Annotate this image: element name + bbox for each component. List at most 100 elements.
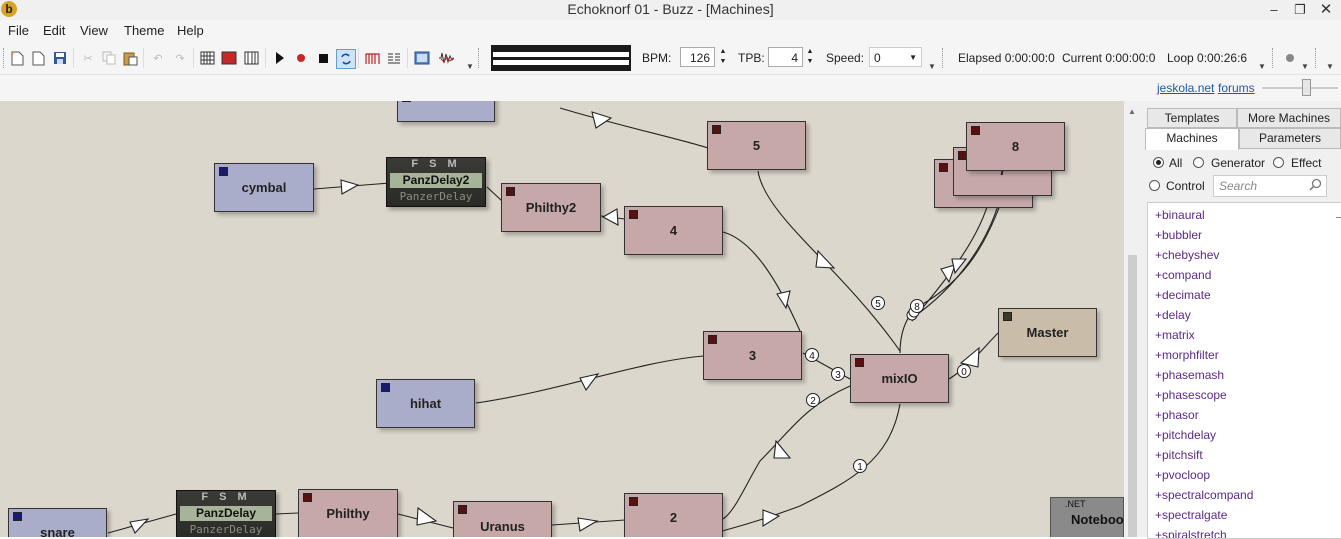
list-item[interactable]: +binaural: [1155, 208, 1205, 222]
list-item[interactable]: +pitchsift: [1155, 448, 1203, 462]
list-item[interactable]: +decimate: [1155, 288, 1211, 302]
toolbar-grip[interactable]: [478, 48, 482, 68]
jeskola-link[interactable]: jeskola.net: [1157, 81, 1214, 95]
new-page-icon[interactable]: [30, 50, 46, 66]
toolbar-overflow-icon[interactable]: ▼: [462, 58, 478, 74]
record-icon[interactable]: [293, 50, 309, 66]
machine-canvas[interactable]: cymbal F S M PanzDelay2 PanzerDelay Phil…: [0, 101, 1124, 537]
loop-toggle-icon[interactable]: [336, 49, 356, 69]
filter-effect-radio[interactable]: [1273, 157, 1284, 168]
cpu-meter-icon[interactable]: [364, 50, 380, 66]
connection-badge: 8: [914, 302, 920, 313]
new-file-icon[interactable]: [9, 50, 25, 66]
menu-help[interactable]: Help: [177, 23, 204, 38]
connection-badge: 1: [857, 462, 863, 473]
list-item[interactable]: +phasor: [1155, 408, 1199, 422]
toolbar-grip[interactable]: [942, 48, 946, 68]
restore-button[interactable]: ❐: [1288, 0, 1312, 20]
wave-table-icon[interactable]: [386, 50, 402, 66]
toolbar-overflow-icon[interactable]: ▼: [1322, 58, 1338, 74]
tpb-spinner[interactable]: ▲ ▼: [803, 47, 817, 67]
search-placeholder: Search: [1219, 179, 1258, 193]
forums-link[interactable]: forums: [1218, 81, 1255, 95]
list-item[interactable]: +morphfilter: [1155, 348, 1219, 362]
undo-icon[interactable]: ↶: [150, 50, 166, 66]
window-title: Echoknorf 01 - Buzz - [Machines]: [567, 1, 774, 17]
waveform-icon[interactable]: [438, 50, 454, 66]
scroll-up-icon[interactable]: ▲: [1128, 107, 1136, 116]
filter-all-label: All: [1169, 156, 1183, 170]
connection-badge: 5: [875, 299, 881, 310]
toolbar-overflow-icon[interactable]: ▼: [924, 58, 940, 74]
bpm-label: BPM:: [642, 51, 672, 65]
toolbar-grip[interactable]: [1272, 48, 1276, 68]
list-item[interactable]: +compand: [1155, 268, 1211, 282]
stop-icon[interactable]: [315, 50, 331, 66]
window-layout-icon[interactable]: [414, 50, 430, 66]
menu-theme[interactable]: Theme: [124, 23, 164, 38]
main-toolbar: ✂ ↶ ↷ ▼ BPM: 126 ▲ ▼ TPB: 4 ▲ ▼ Speed: 0 ▼…: [0, 42, 1341, 75]
minimize-button[interactable]: –: [1262, 0, 1286, 20]
speed-select[interactable]: 0 ▼: [869, 47, 922, 67]
filter-all-radio[interactable]: [1153, 157, 1164, 168]
toolbar-grip[interactable]: [3, 48, 7, 68]
list-scroll-marker[interactable]: [1336, 217, 1341, 220]
zoom-slider-thumb[interactable]: [1302, 79, 1311, 96]
list-item[interactable]: +spiralstretch: [1155, 528, 1227, 538]
tpb-input[interactable]: 4: [768, 47, 803, 67]
bpm-spinner[interactable]: ▲ ▼: [716, 47, 730, 67]
toolbar-overflow-icon[interactable]: ▼: [1297, 58, 1313, 74]
connection-badges: 5 8 4 3 2 1 0: [805, 296, 971, 473]
search-input[interactable]: Search: [1213, 175, 1327, 197]
list-item[interactable]: +chebyshev: [1155, 248, 1219, 262]
copy-icon[interactable]: [101, 50, 117, 66]
tab-machines[interactable]: Machines: [1145, 128, 1239, 150]
filter-control-label: Control: [1166, 179, 1205, 193]
pattern-editor-icon[interactable]: [199, 50, 215, 66]
toolbar-overflow-icon[interactable]: ▼: [1254, 58, 1270, 74]
zoom-slider-track[interactable]: [1262, 87, 1338, 89]
canvas-scrollbar-thumb[interactable]: [1128, 255, 1137, 537]
filter-generator-label: Generator: [1211, 156, 1266, 170]
sequence-editor-icon[interactable]: [243, 50, 259, 66]
toolbar-grip[interactable]: [1315, 48, 1319, 68]
filter-generator-radio[interactable]: [1193, 157, 1204, 168]
connection-badge: 3: [835, 370, 841, 381]
cut-icon[interactable]: ✂: [80, 50, 96, 66]
redo-icon[interactable]: ↷: [172, 50, 188, 66]
menu-file[interactable]: File: [8, 23, 29, 38]
status-dot-icon: [1282, 50, 1298, 66]
close-button[interactable]: ✕: [1314, 0, 1338, 20]
list-item[interactable]: +spectralcompand: [1155, 488, 1253, 502]
search-icon[interactable]: [1309, 177, 1322, 197]
list-item[interactable]: +spectralgate: [1155, 508, 1227, 522]
save-icon[interactable]: [52, 50, 68, 66]
tpb-label: TPB:: [738, 51, 765, 65]
paste-icon[interactable]: [122, 50, 138, 66]
filter-control-radio[interactable]: [1149, 180, 1160, 191]
link-bar: jeskola.net forums: [0, 75, 1341, 101]
menu-edit[interactable]: Edit: [43, 23, 65, 38]
menu-bar: File Edit View Theme Help: [0, 20, 1341, 42]
list-item[interactable]: +pvocloop: [1155, 468, 1210, 482]
list-item[interactable]: +matrix: [1155, 328, 1195, 342]
list-item[interactable]: +pitchdelay: [1155, 428, 1216, 442]
list-item[interactable]: +phasemash: [1155, 368, 1224, 382]
machine-view-icon[interactable]: [221, 50, 237, 66]
list-item[interactable]: +delay: [1155, 308, 1191, 322]
menu-view[interactable]: View: [80, 23, 108, 38]
speed-label: Speed:: [826, 51, 865, 65]
list-item[interactable]: +phasescope: [1155, 388, 1227, 402]
title-bar: b Echoknorf 01 - Buzz - [Machines] – ❐ ✕: [0, 0, 1341, 21]
tab-parameters[interactable]: Parameters: [1239, 128, 1341, 149]
connection-badge: 4: [809, 351, 815, 362]
connection-badge: 2: [810, 396, 816, 407]
play-icon[interactable]: [272, 50, 288, 66]
current-time: Current 0:00:00:0: [1062, 51, 1156, 65]
list-item[interactable]: +bubbler: [1155, 228, 1202, 242]
tab-more-machines[interactable]: More Machines: [1237, 108, 1341, 128]
elapsed-time: Elapsed 0:00:00:0: [958, 51, 1055, 65]
chevron-down-icon: ▼: [909, 53, 917, 62]
tab-templates[interactable]: Templates: [1147, 108, 1237, 128]
bpm-input[interactable]: 126: [680, 47, 715, 67]
